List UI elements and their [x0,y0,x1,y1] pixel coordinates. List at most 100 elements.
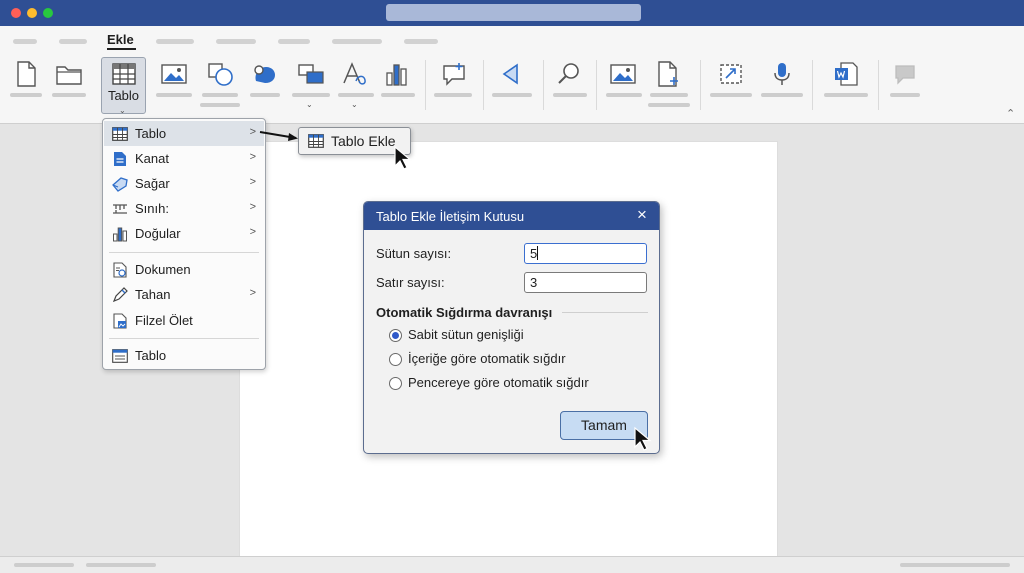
ribbon-group-divider [425,60,426,110]
shapes-icon[interactable] [203,57,237,91]
zoom-slider-placeholder[interactable] [900,563,1010,567]
menu-item-filzel-olet[interactable]: Filzel Ölet [104,308,264,333]
button-label-placeholder [156,93,192,97]
chart-icon[interactable] [380,57,414,91]
menu-item-dogular[interactable]: Doğular > [104,221,264,246]
ribbon-tab[interactable] [59,39,87,44]
window-title-field[interactable] [386,4,641,21]
close-window-button[interactable] [11,8,21,18]
columns-value: 5 [530,246,538,261]
autofit-content-label: İçeriğe göre otomatik sığdır [408,351,566,366]
button-label-placeholder [434,93,472,97]
section-divider [562,312,648,313]
table-card-icon [111,348,129,364]
fixed-width-label: Sabit sütun genişliği [408,327,524,342]
ribbon-tab[interactable] [156,39,194,44]
menu-divider [109,338,259,339]
rows-label: Satır sayısı: [376,275,445,290]
ruler-icon [111,201,129,217]
comment-icon[interactable] [437,57,471,91]
ribbon-tab[interactable] [404,39,438,44]
word-file-icon[interactable] [829,57,863,91]
menu-item-sagar[interactable]: Sağar > [104,171,264,196]
status-bar [0,556,1024,573]
menu-item-kanat[interactable]: Kanat > [104,146,264,171]
ribbon-group-divider [596,60,597,110]
folder-icon[interactable] [52,57,86,91]
chevron-right-icon: > [249,226,256,238]
file-image-icon [111,312,129,329]
microphone-icon[interactable] [765,57,799,91]
icons-icon[interactable] [248,57,282,91]
menu-item-tablo-2[interactable]: Tablo [104,343,264,368]
rows-value: 3 [530,275,538,290]
table-dropdown-menu: Tablo > Kanat > Sağar > Sınıh: > Doğular… [102,118,266,370]
ribbon-tab[interactable] [13,39,37,44]
button-label-placeholder [492,93,532,97]
add-file-icon[interactable] [651,57,685,91]
smartart-icon[interactable] [294,57,328,91]
dialog-title-bar: Tablo Ekle İletişim Kutusu × [364,202,659,230]
ribbon-tab[interactable] [332,39,382,44]
mouse-cursor-icon [634,426,652,451]
menu-item-label: Doğular [135,226,181,241]
menu-item-label: Sınıh: [135,201,169,216]
button-label-placeholder [338,93,374,97]
ribbon-tab[interactable] [216,39,256,44]
table-icon [308,134,324,148]
menu-item-tahan[interactable]: Tahan > [104,282,264,307]
ribbon-tab[interactable] [278,39,310,44]
button-label-placeholder [890,93,920,97]
status-placeholder [14,563,74,567]
button-label-placeholder [761,93,803,97]
ribbon-group-divider [483,60,484,110]
online-picture-icon[interactable] [606,57,640,91]
menu-item-label: Sağar [135,176,170,191]
ribbon-group-divider [878,60,879,110]
fixed-width-radio[interactable] [389,329,402,342]
pencil-icon [111,286,129,303]
rows-input[interactable]: 3 [524,272,647,293]
feedback-icon[interactable] [888,57,922,91]
menu-item-dokumen[interactable]: Dokumen [104,257,264,282]
ribbon-group-divider [543,60,544,110]
button-label-placeholder [10,93,42,97]
button-label-placeholder [202,93,238,97]
chevron-right-icon: > [249,126,256,138]
picture-icon[interactable] [157,57,191,91]
columns-label: Sütun sayısı: [376,246,452,261]
table-icon [111,126,129,142]
media-icon[interactable] [494,57,528,91]
autofit-heading: Otomatik Sığdırma davranışı [376,305,553,320]
screenshot-icon[interactable] [714,57,748,91]
chart-icon [111,226,129,242]
menu-item-sinih[interactable]: Sınıh: > [104,196,264,221]
chevron-right-icon: > [249,151,256,163]
columns-input[interactable]: 5 [524,243,647,264]
wordart-icon[interactable] [337,57,371,91]
autofit-window-radio[interactable] [389,377,402,390]
menu-item-label: Tablo [135,348,167,363]
button-label-placeholder [250,93,280,97]
chevron-down-icon: ⌄ [351,100,358,109]
collapse-ribbon-icon[interactable]: ⌃ [1006,107,1015,120]
ribbon-group-divider [700,60,701,110]
button-label-placeholder [648,103,690,107]
ribbon-group-divider [812,60,813,110]
search-icon[interactable] [552,57,586,91]
menu-item-label: Filzel Ölet [135,313,193,328]
document-icon [111,151,129,167]
chevron-down-icon: ⌄ [119,106,126,115]
arrow-connector-icon [259,131,298,141]
mouse-cursor-icon [394,145,412,170]
minimize-window-button[interactable] [27,8,37,18]
menu-item-tablo[interactable]: Tablo > [104,121,264,146]
button-label-placeholder [710,93,752,97]
chevron-right-icon: > [249,287,256,299]
zoom-window-button[interactable] [43,8,53,18]
autofit-content-radio[interactable] [389,353,402,366]
new-document-icon[interactable] [9,57,43,91]
tab-ekle[interactable]: Ekle [107,32,134,47]
button-label-placeholder [381,93,415,97]
close-icon[interactable]: × [637,205,647,225]
